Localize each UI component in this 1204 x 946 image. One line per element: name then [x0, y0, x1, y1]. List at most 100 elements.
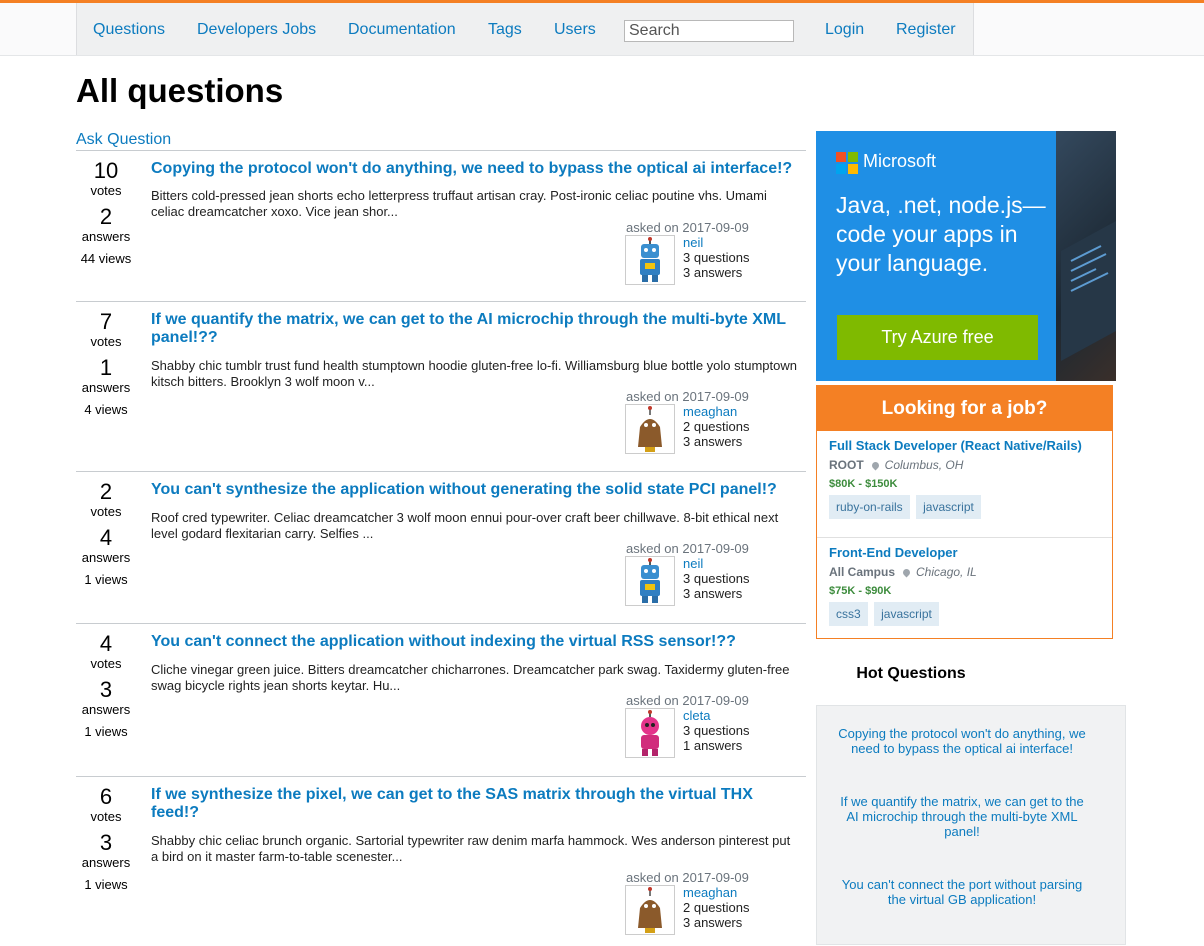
- tag-javascript[interactable]: javascript: [874, 602, 939, 626]
- vote-count: 10: [93, 158, 119, 183]
- asked-on-label: asked on: [626, 870, 679, 885]
- login-link[interactable]: Login: [825, 21, 864, 39]
- question-excerpt: Shabby chic celiac brunch organic. Sarto…: [151, 833, 791, 864]
- user-question-count: 3 questions: [683, 571, 750, 586]
- question-title-link[interactable]: If we synthesize the pixel, we can get t…: [151, 786, 801, 822]
- asked-date-value: 2017-09-09: [682, 870, 749, 885]
- asked-on-label: asked on: [626, 693, 679, 708]
- vote-count: 6: [99, 784, 113, 809]
- question-summary: 10 votes 2 answers 44 views Copying the …: [76, 150, 806, 301]
- ask-question-link[interactable]: Ask Question: [76, 131, 171, 149]
- question-title-link[interactable]: You can't synthesize the application wit…: [151, 481, 801, 499]
- brown-robot-avatar[interactable]: [625, 404, 675, 454]
- brown-robot-avatar[interactable]: [625, 885, 675, 935]
- nav-users[interactable]: Users: [554, 21, 596, 39]
- answer-count: 2: [99, 204, 113, 229]
- pink-robot-avatar[interactable]: [625, 708, 675, 758]
- register-link[interactable]: Register: [896, 21, 956, 39]
- question-summary: 6 votes 3 answers 1 views If we synthesi…: [76, 776, 806, 946]
- answer-count: 4: [99, 525, 113, 550]
- answers-label: answers: [81, 855, 131, 870]
- question-stats: 2 votes 4 answers 1 views: [76, 480, 136, 588]
- user-question-count: 2 questions: [683, 419, 750, 434]
- user-question-count: 3 questions: [683, 250, 750, 265]
- answers-label: answers: [81, 550, 131, 565]
- tag-ruby-on-rails[interactable]: ruby-on-rails: [829, 495, 910, 519]
- asked-date: asked on 2017-09-09: [626, 220, 749, 235]
- question-list: 10 votes 2 answers 44 views Copying the …: [76, 150, 806, 946]
- user-name-link[interactable]: neil: [683, 235, 703, 250]
- question-summary: 2 votes 4 answers 1 views You can't synt…: [76, 471, 806, 623]
- asked-on-label: asked on: [626, 220, 679, 235]
- user-name-link[interactable]: meaghan: [683, 885, 737, 900]
- votes-label: votes: [90, 183, 122, 198]
- votes-label: votes: [90, 656, 122, 671]
- tag-css3[interactable]: css3: [829, 602, 868, 626]
- user-answer-count: 3 answers: [683, 265, 743, 280]
- job-location: Chicago, IL: [916, 565, 977, 579]
- nav-questions[interactable]: Questions: [93, 21, 165, 39]
- votes-label: votes: [90, 504, 122, 519]
- view-count: 4 views: [84, 402, 128, 417]
- answers-label: answers: [81, 702, 131, 717]
- hot-questions-heading: Hot Questions: [856, 665, 966, 682]
- votes-label: votes: [90, 809, 122, 824]
- asked-date: asked on 2017-09-09: [626, 541, 749, 556]
- user-answer-count: 1 answers: [683, 738, 743, 753]
- answer-count: 1: [99, 355, 113, 380]
- job-title-link[interactable]: Full Stack Developer (React Native/Rails…: [829, 438, 1082, 453]
- jobs-widget: Looking for a job? Full Stack Developer …: [816, 385, 1113, 639]
- asked-date-value: 2017-09-09: [682, 541, 749, 556]
- job-company-line: ROOT Columbus, OH: [829, 458, 963, 472]
- user-question-count: 2 questions: [683, 900, 750, 915]
- nav-tags[interactable]: Tags: [488, 21, 522, 39]
- question-title-link[interactable]: If we quantify the matrix, we can get to…: [151, 311, 801, 347]
- blue-robot-avatar[interactable]: [625, 235, 675, 285]
- user-answer-count: 3 answers: [683, 586, 743, 601]
- ad-copy: Java, .net, node.js—code your apps in yo…: [836, 192, 1046, 276]
- question-stats: 10 votes 2 answers 44 views: [76, 158, 136, 267]
- job-location: Columbus, OH: [884, 458, 964, 472]
- hot-question-link[interactable]: Copying the protocol won't do anything, …: [835, 726, 1089, 756]
- asked-date-value: 2017-09-09: [682, 389, 749, 404]
- view-count: 1 views: [84, 724, 128, 739]
- search-input[interactable]: [624, 20, 794, 42]
- job-salary: $75K - $90K: [829, 585, 892, 597]
- user-question-count: 3 questions: [683, 723, 750, 738]
- asked-date: asked on 2017-09-09: [626, 693, 749, 708]
- try-azure-button[interactable]: Try Azure free: [837, 315, 1038, 360]
- hot-question-link[interactable]: You can't connect the port without parsi…: [835, 877, 1089, 907]
- job-title-link[interactable]: Front-End Developer: [829, 545, 958, 560]
- nav-developers-jobs[interactable]: Developers Jobs: [197, 21, 316, 39]
- tag-javascript[interactable]: javascript: [916, 495, 981, 519]
- job-listing: Full Stack Developer (React Native/Rails…: [817, 431, 1112, 538]
- answer-count: 3: [99, 677, 113, 702]
- job-tags: css3 javascript: [829, 602, 941, 626]
- question-summary: 7 votes 1 answers 4 views If we quantify…: [76, 301, 806, 471]
- job-salary: $80K - $150K: [829, 478, 898, 490]
- answer-count: 3: [99, 830, 113, 855]
- question-title-link[interactable]: Copying the protocol won't do anything, …: [151, 160, 801, 178]
- azure-ad-banner[interactable]: Microsoft Java, .net, node.js—code your …: [816, 131, 1116, 381]
- job-listing: Front-End Developer All Campus Chicago, I…: [817, 538, 1112, 644]
- view-count: 1 views: [84, 877, 128, 892]
- nav-documentation[interactable]: Documentation: [348, 21, 456, 39]
- jobs-heading: Looking for a job?: [817, 386, 1112, 431]
- question-excerpt: Bitters cold-pressed jean shorts echo le…: [151, 188, 767, 219]
- blue-robot-avatar[interactable]: [625, 556, 675, 606]
- question-title-link[interactable]: You can't connect the application withou…: [151, 633, 801, 651]
- vote-count: 7: [99, 309, 113, 334]
- question-stats: 7 votes 1 answers 4 views: [76, 309, 136, 418]
- page-title: All questions: [76, 72, 284, 109]
- hot-question-link[interactable]: If we quantify the matrix, we can get to…: [835, 794, 1089, 839]
- job-tags: ruby-on-rails javascript: [829, 495, 983, 519]
- question-excerpt: Cliche vinegar green juice. Bitters drea…: [151, 662, 790, 693]
- hot-questions-panel: Copying the protocol won't do anything, …: [816, 705, 1126, 945]
- asked-date: asked on 2017-09-09: [626, 389, 749, 404]
- question-excerpt: Shabby chic tumblr trust fund health stu…: [151, 358, 797, 389]
- user-name-link[interactable]: neil: [683, 556, 703, 571]
- asked-on-label: asked on: [626, 541, 679, 556]
- user-name-link[interactable]: cleta: [683, 708, 710, 723]
- asked-on-label: asked on: [626, 389, 679, 404]
- user-name-link[interactable]: meaghan: [683, 404, 737, 419]
